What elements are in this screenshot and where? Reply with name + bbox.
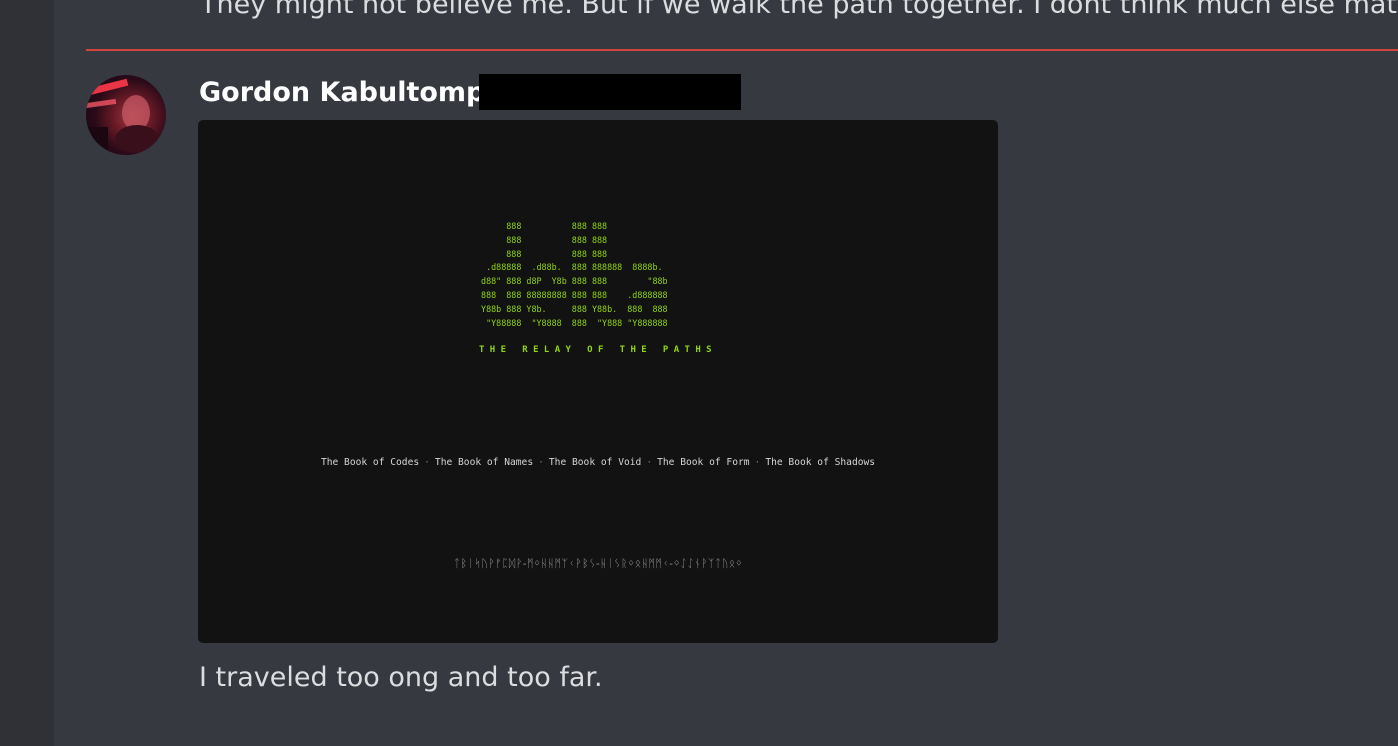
message-content: I traveled too ong and too far.: [199, 662, 603, 693]
new-messages-divider: [86, 49, 1398, 51]
book-codes: The Book of Codes: [320, 457, 420, 468]
book-separator: ·: [538, 457, 544, 468]
redacted-block: [479, 74, 741, 110]
avatar-image: [86, 78, 159, 155]
book-separator: ·: [646, 457, 653, 468]
chat-area[interactable]: They might not believe me. But if we wal…: [54, 0, 1398, 746]
rune-inscription: ᛏᛒᛁᛋᚢᚹᚠᛈᛞᚹ-ᛗᛜᚺᚺᛗᛉᚲᚹᛒᛊ-ᚺᛁᛊᚱᛜᛟᚺᛗᛗᚲ-ᛜᛇᛇᚾᚹᛉᛏ…: [453, 557, 743, 570]
discord-window: They might not believe me. But if we wal…: [0, 0, 1398, 746]
book-list: The Book of Codes · The Book of Names · The …: [198, 457, 998, 468]
ascii-logo: 888 888 888 888 888 888 888 888 888 .d88…: [481, 221, 668, 328]
previous-message-text: They might not believe me. But if we wal…: [200, 0, 1398, 20]
message-author[interactable]: Gordon Kabultompp: [199, 74, 505, 112]
book-shadows: The Book of Shadows: [765, 457, 876, 468]
embed-title: THE RELAY OF THE PATHS: [478, 345, 717, 355]
book-separator: ·: [754, 457, 761, 468]
book-names: The Book of Names: [434, 457, 534, 468]
book-form: The Book of Form: [657, 457, 750, 468]
book-separator: ·: [424, 457, 430, 468]
embedded-image[interactable]: 888 888 888 888 888 888 888 888 888 .d88…: [198, 120, 998, 643]
channel-sidebar-edge: [0, 0, 54, 746]
user-avatar[interactable]: [86, 75, 166, 155]
book-void: The Book of Void: [548, 457, 642, 468]
